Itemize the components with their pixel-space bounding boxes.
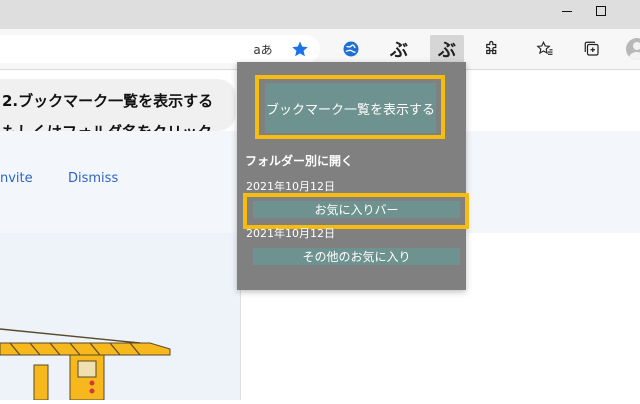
profile-avatar-icon[interactable] — [622, 35, 640, 63]
bookmark-extension-2-button[interactable]: ぶ — [430, 35, 464, 63]
minimize-icon[interactable] — [562, 11, 572, 12]
collections-icon[interactable] — [577, 35, 607, 63]
star-icon[interactable] — [285, 35, 315, 63]
favorites-bar-folder-button[interactable]: お気に入りバー — [253, 201, 460, 218]
crane-illustration — [0, 328, 171, 401]
dismiss-link[interactable]: Dismiss — [68, 171, 118, 186]
show-bookmarks-button[interactable]: ブックマーク一覧を表示する — [265, 83, 436, 133]
folder-heading: フォルダー別に開く — [245, 154, 354, 168]
folder-date: 2021年10月12日 — [246, 180, 335, 193]
step2-instruction: 2.ブックマーク一覧を表示する — [2, 92, 214, 110]
invite-link[interactable]: nvite — [0, 171, 33, 186]
maximize-icon[interactable] — [596, 6, 606, 16]
illustration-panel — [0, 233, 240, 401]
favorites-icon[interactable] — [530, 35, 560, 63]
globe-icon[interactable] — [336, 35, 366, 63]
bookmark-extension-1-button[interactable]: ぶ — [384, 35, 414, 63]
puzzle-icon[interactable] — [477, 35, 507, 63]
window-titlebar — [0, 0, 640, 29]
folder-date: 2021年10月12日 — [246, 227, 335, 240]
other-favorites-folder-button[interactable]: その他のお気に入り — [253, 248, 460, 265]
read-aloud-button[interactable]: aあ — [248, 35, 278, 63]
